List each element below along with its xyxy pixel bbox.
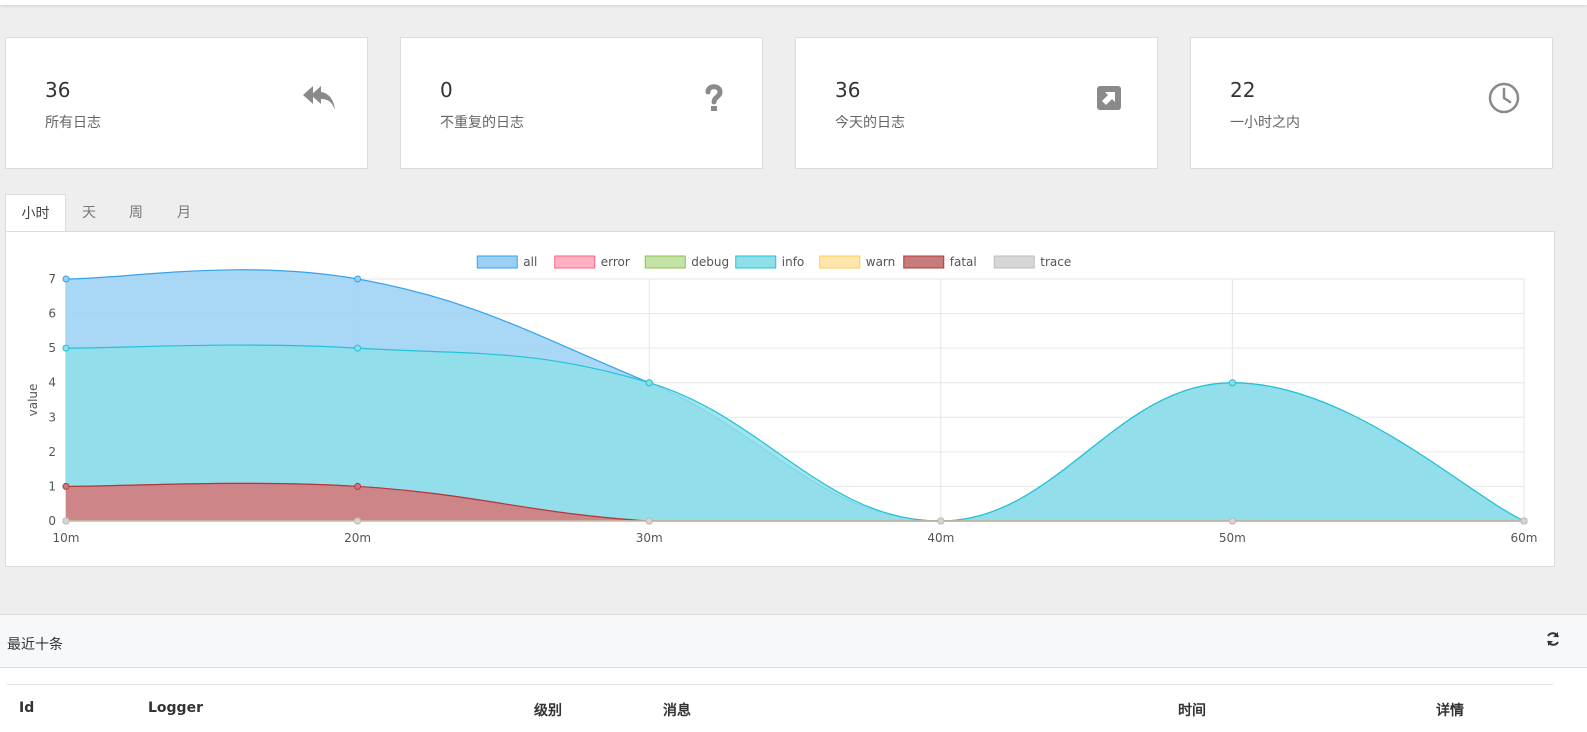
legend-swatch-warn <box>819 255 861 269</box>
table-top-border <box>7 684 1553 685</box>
external-link-square-icon <box>1091 80 1127 116</box>
x-tick-label: 40m <box>927 531 954 545</box>
stat-label: 所有日志 <box>45 115 101 131</box>
x-tick-label: 50m <box>1219 531 1246 545</box>
data-point-fatal <box>62 482 70 490</box>
column-header-level: 级别 <box>534 703 562 719</box>
data-point-all <box>62 275 70 283</box>
legend-label-fatal: fatal <box>950 255 977 269</box>
legend-swatch-error <box>554 255 596 269</box>
y-tick-label: 1 <box>48 479 56 493</box>
y-tick-label: 7 <box>48 272 56 286</box>
tab-day[interactable]: 天 <box>66 194 112 231</box>
data-point-fatal <box>354 482 362 490</box>
column-header-message: 消息 <box>663 703 691 719</box>
column-header-id: Id <box>19 700 35 716</box>
data-point-trace <box>1228 517 1236 525</box>
legend-swatch-fatal <box>903 255 945 269</box>
log-area-chart: 0 1 2 3 4 5 6 7 10m 20m 30m 40m 50m 60m value all error d… <box>26 255 1538 545</box>
recent-logs-panel: 最近十条 Id Logger 级别 消息 时间 详情 <box>0 614 1587 732</box>
stat-value: 36 <box>835 78 861 102</box>
data-point-trace <box>937 517 945 525</box>
data-point-trace <box>645 517 653 525</box>
data-point-info <box>645 379 653 387</box>
x-tick-label: 10m <box>53 531 80 545</box>
x-tick-label: 20m <box>344 531 371 545</box>
legend-label-error: error <box>601 255 630 269</box>
legend-swatch-debug <box>644 255 686 269</box>
y-axis-label: value <box>26 384 40 417</box>
y-tick-label: 4 <box>48 376 56 390</box>
legend-swatch-all <box>476 255 518 269</box>
stat-card-last-hour: 22 一小时之内 <box>1190 37 1553 169</box>
legend-label-debug: debug <box>691 255 729 269</box>
column-header-detail: 详情 <box>1436 703 1464 719</box>
stat-card-unique-logs: 0 不重复的日志 <box>400 37 763 169</box>
stat-label: 一小时之内 <box>1230 115 1300 131</box>
recent-logs-header: 最近十条 <box>0 614 1587 668</box>
stat-card-today-logs: 36 今天的日志 <box>795 37 1158 169</box>
legend-swatch-info <box>735 255 777 269</box>
column-header-logger: Logger <box>148 700 203 716</box>
data-point-info <box>354 344 362 352</box>
clock-icon <box>1486 80 1522 116</box>
stat-value: 22 <box>1230 78 1256 102</box>
y-tick-label: 2 <box>48 445 56 459</box>
recent-logs-title: 最近十条 <box>7 637 63 653</box>
y-tick-label: 0 <box>48 514 56 528</box>
x-tick-label: 30m <box>636 531 663 545</box>
y-tick-label: 5 <box>48 341 56 355</box>
question-icon <box>696 80 732 116</box>
refresh-icon[interactable] <box>1545 631 1561 647</box>
legend-label-trace: trace <box>1040 255 1071 269</box>
stat-value: 0 <box>440 78 453 102</box>
data-point-trace <box>354 517 362 525</box>
stat-label: 今天的日志 <box>835 115 905 131</box>
data-point-trace <box>1520 517 1528 525</box>
data-point-info <box>62 344 70 352</box>
tab-hour[interactable]: 小时 <box>5 194 66 232</box>
data-point-all <box>354 275 362 283</box>
stat-value: 36 <box>45 78 71 102</box>
tab-week[interactable]: 周 <box>112 194 160 231</box>
data-point-info <box>1228 379 1236 387</box>
legend-label-all: all <box>523 255 537 269</box>
x-tick-label: 60m <box>1511 531 1538 545</box>
reply-all-icon <box>301 80 337 116</box>
chart-panel: 0 1 2 3 4 5 6 7 10m 20m 30m 40m 50m 60m value all error d… <box>5 231 1555 567</box>
top-bar <box>0 0 1587 5</box>
column-header-time: 时间 <box>1178 703 1206 719</box>
y-tick-label: 3 <box>48 410 56 424</box>
tab-month[interactable]: 月 <box>160 194 208 231</box>
legend-label-warn: warn <box>866 255 896 269</box>
stat-label: 不重复的日志 <box>440 115 524 131</box>
legend-swatch-trace <box>993 255 1035 269</box>
y-tick-label: 6 <box>48 307 56 321</box>
legend-label-info: info <box>782 255 805 269</box>
stat-card-all-logs: 36 所有日志 <box>5 37 368 169</box>
data-point-trace <box>62 517 70 525</box>
